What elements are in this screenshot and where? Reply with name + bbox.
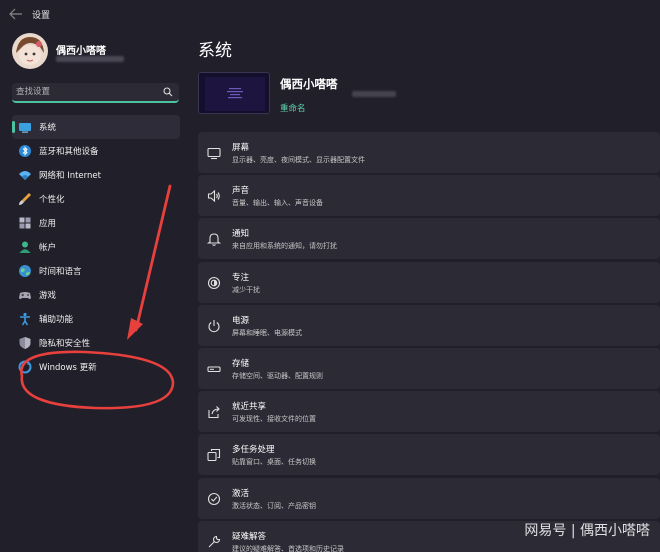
device-name: 偶西小嗒嗒	[280, 77, 338, 91]
sidebar-item-accessibility[interactable]: 辅助功能	[12, 307, 180, 331]
card-sound[interactable]: 声音 音量、输出、输入、声音设备	[198, 175, 660, 217]
sidebar-item-apps[interactable]: 应用	[12, 211, 180, 235]
display-icon	[207, 147, 221, 160]
card-nearby-sharing[interactable]: 就近共享 可发现性、接收文件的位置	[198, 391, 660, 433]
sidebar-item-time-language[interactable]: 时间和语言	[12, 259, 180, 283]
accessibility-icon	[20, 312, 30, 326]
card-subtitle: 音量、输出、输入、声音设备	[232, 199, 323, 208]
card-power[interactable]: 电源 屏幕和睡眠、电源模式	[198, 304, 660, 346]
title-bar: 设置	[0, 0, 660, 28]
sidebar-item-accounts[interactable]: 帐户	[12, 235, 180, 259]
card-title: 电源	[232, 315, 250, 326]
sidebar-item-network[interactable]: 网络和 Internet	[12, 163, 180, 187]
card-title: 存储	[232, 358, 250, 369]
card-title: 就近共享	[232, 402, 267, 413]
sidebar: 偶西小嗒嗒 系统 蓝牙和其他设备 网	[0, 28, 190, 552]
card-subtitle: 建议的疑难解答、首选项和历史记录	[232, 544, 344, 552]
search-box[interactable]	[12, 83, 179, 103]
card-title: 疑难解答	[232, 531, 267, 542]
card-activation[interactable]: 激活 激活状态、订阅、产品密钥	[198, 477, 660, 519]
share-icon	[208, 406, 220, 419]
apps-icon	[19, 217, 31, 229]
card-subtitle: 来自应用和系统的通知，请勿打扰	[232, 242, 337, 251]
back-arrow-icon[interactable]	[9, 8, 23, 20]
globe-icon	[19, 265, 31, 277]
search-icon[interactable]	[163, 87, 173, 97]
card-subtitle: 显示器、亮度、夜间模式、显示器配置文件	[232, 156, 365, 164]
sidebar-item-privacy[interactable]: 隐私和安全性	[12, 331, 180, 355]
windows-update-icon	[18, 360, 32, 374]
sidebar-nav: 系统 蓝牙和其他设备 网络和 Internet 个性化 应用 帐户 时间和语言 …	[12, 115, 180, 379]
shield-icon	[19, 337, 31, 349]
card-title: 激活	[232, 488, 250, 499]
wallpaper-image	[199, 73, 269, 113]
account-icon	[19, 241, 31, 253]
card-subtitle: 减少干扰	[232, 285, 260, 294]
card-subtitle: 可发现性、接收文件的位置	[232, 415, 316, 424]
settings-cards: 屏幕 显示器、亮度、夜间模式、显示器配置文件 声音 音量、输出、输入、声音设备 …	[198, 132, 660, 552]
app-title: 设置	[32, 11, 51, 21]
sidebar-item-label: 网络和 Internet	[39, 171, 101, 181]
gamepad-icon	[19, 292, 31, 299]
main-content: 系统 偶西小嗒嗒 重命名 屏幕 显示器、亮度、夜间模式、显示器配置文件 声音 音…	[190, 28, 660, 552]
card-display[interactable]: 屏幕 显示器、亮度、夜间模式、显示器配置文件	[198, 132, 660, 173]
sidebar-item-windows-update[interactable]: Windows 更新	[12, 355, 180, 379]
card-focus[interactable]: 专注 减少干扰	[198, 261, 660, 303]
card-subtitle: 激活状态、订阅、产品密钥	[232, 501, 316, 510]
wifi-icon	[19, 171, 31, 180]
sidebar-item-label: 个性化	[39, 195, 65, 205]
avatar[interactable]	[12, 33, 48, 69]
sidebar-item-label: 辅助功能	[39, 315, 74, 325]
sidebar-item-label: Windows 更新	[39, 363, 97, 373]
speaker-icon	[207, 189, 220, 203]
card-storage[interactable]: 存储 存储空间、驱动器、配置规则	[198, 347, 660, 389]
power-icon	[208, 319, 220, 332]
user-name: 偶西小嗒嗒	[56, 46, 106, 57]
sidebar-item-system[interactable]: 系统	[12, 115, 180, 139]
sidebar-item-label: 系统	[39, 123, 57, 133]
wrench-icon	[208, 535, 221, 548]
sidebar-item-personalization[interactable]: 个性化	[12, 187, 180, 211]
card-title: 通知	[232, 229, 250, 240]
sidebar-item-label: 游戏	[39, 291, 57, 301]
device-model-blurred	[352, 91, 396, 97]
card-subtitle: 存储空间、驱动器、配置规则	[232, 371, 323, 380]
sidebar-item-label: 隐私和安全性	[39, 339, 91, 349]
bell-icon	[207, 233, 221, 247]
activation-icon	[207, 492, 221, 505]
card-subtitle: 屏幕和睡眠、电源模式	[232, 328, 302, 337]
storage-icon	[207, 366, 221, 372]
sidebar-item-gaming[interactable]: 游戏	[12, 283, 180, 307]
card-title: 屏幕	[232, 143, 250, 153]
search-input[interactable]	[16, 85, 156, 99]
user-email-blurred	[56, 56, 124, 62]
page-title: 系统	[198, 41, 232, 61]
sidebar-item-label: 时间和语言	[39, 267, 82, 277]
rename-link[interactable]: 重命名	[280, 102, 306, 114]
sidebar-item-label: 蓝牙和其他设备	[39, 147, 99, 157]
watermark: 网易号 | 偶西小嗒嗒	[524, 523, 650, 539]
focus-icon	[207, 276, 221, 289]
device-wallpaper-thumbnail	[198, 72, 270, 114]
card-title: 专注	[232, 272, 250, 283]
card-title: 声音	[232, 186, 250, 197]
sidebar-item-label: 帐户	[39, 243, 57, 253]
brush-icon	[19, 193, 31, 205]
card-title: 多任务处理	[232, 445, 275, 456]
card-subtitle: 贴靠窗口、桌面、任务切换	[232, 458, 316, 467]
sidebar-item-bluetooth[interactable]: 蓝牙和其他设备	[12, 139, 180, 163]
card-notifications[interactable]: 通知 来自应用和系统的通知，请勿打扰	[198, 218, 660, 260]
sidebar-item-label: 应用	[39, 219, 57, 229]
multitask-icon	[207, 449, 221, 462]
system-icon	[19, 123, 31, 133]
bluetooth-icon	[19, 145, 31, 157]
avatar-image	[12, 33, 48, 69]
card-multitasking[interactable]: 多任务处理 贴靠窗口、桌面、任务切换	[198, 434, 660, 476]
